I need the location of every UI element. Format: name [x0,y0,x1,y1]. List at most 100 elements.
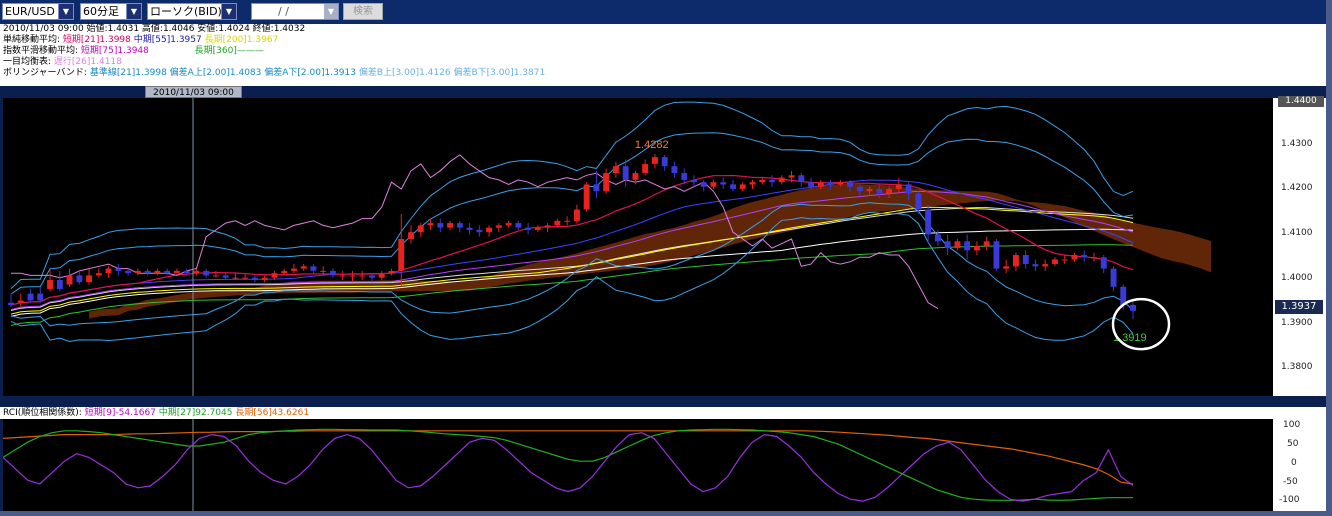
candle-body [886,189,893,194]
chevron-down-icon[interactable]: ▼ [126,4,141,19]
candle-body [76,275,83,283]
candle-body [193,270,200,274]
rci-tick: 0 [1291,458,1297,468]
symbol-value: EUR/USD [5,5,55,18]
rci-chart[interactable] [3,419,1273,511]
candle-body [808,182,814,187]
candle-body [749,182,756,185]
ema-short: 短期[75]1.3948 [80,46,149,56]
candle-body [203,270,210,276]
chart-type-select[interactable]: ローソク(BID) ▼ [147,3,237,20]
candle-body [447,223,453,228]
candle-body [398,239,405,271]
bb-a-lower: 偏差A下[2.00]1.3913 [264,68,356,78]
candle-body [37,293,44,301]
candle-body [456,223,463,228]
candle-body [837,182,844,185]
ema-long-swatch: ——— [236,46,264,56]
rci-tick: 50 [1287,439,1299,449]
pane-splitter[interactable] [0,396,1326,407]
candle-body [320,270,327,272]
rci-short: 短期[9]-54.1667 [84,408,156,418]
candle-body [27,293,34,301]
price-tick: 1.3900 [1281,318,1313,328]
ema-line: 指数平滑移動平均: 短期[75]1.3948 長期[360]——— [0,46,1326,57]
ichimoku-cloud [89,183,1212,319]
candle-body [915,193,922,210]
ichimoku-label: 一目均衡表: [3,57,52,67]
candle-body [437,223,444,228]
date-placeholder: / / [278,5,289,18]
sma-line: 単純移動平均: 短期[21]1.3998 中期[55]1.3957 長期[200… [0,35,1326,46]
candle-body [1003,266,1010,269]
candle-body [1013,255,1019,267]
candle-body [642,164,649,174]
candle-body [125,270,132,274]
timeframe-select[interactable]: 60分足 ▼ [80,3,142,20]
ema-long: 長期[360] [194,46,237,56]
candle-body [934,234,941,242]
candle-body [534,227,541,230]
candle-body [476,229,483,233]
candle-body [1061,259,1068,261]
candle-body [593,184,600,192]
candle-body [964,241,971,251]
horizontal-scrollbar[interactable] [0,511,1326,516]
candle-body [1130,305,1136,311]
chevron-down-icon[interactable]: ▼ [58,4,73,19]
symbol-select[interactable]: EUR/USD ▼ [2,3,74,20]
candle-body [847,182,853,187]
candle-body [632,173,639,180]
indicator-info-panel: 2010/11/03 09:00 始値:1.4031 高値:1.4046 安値:… [0,24,1326,86]
date-input[interactable]: / / ▼ [251,3,339,20]
bb-b-lower: 偏差B下[3.00]1.3871 [453,68,546,78]
chart-type-value: ローソク(BID) [150,5,222,18]
search-button[interactable]: 検索 [343,3,383,20]
candle-body [564,220,571,222]
candle-body [730,184,736,189]
candle-body [1042,264,1049,267]
candle-body [86,275,92,283]
candle-body [359,275,366,277]
chevron-down-icon[interactable]: ▼ [324,4,338,19]
candle-body [1100,257,1107,269]
crosshair-date-label: 2010/11/03 09:00 [145,86,242,98]
candle-body [856,186,863,192]
price-tick: 1.4300 [1281,139,1313,149]
price-chart[interactable]: 1.42821.3919 [3,98,1273,396]
sma-long: 長期[200]1.3967 [204,35,279,45]
candle-body [271,273,278,278]
candle-body [525,227,532,230]
candle-body [613,166,619,173]
price-tick: 1.3800 [1281,362,1313,372]
candle-body [720,182,727,185]
rci-tick: -100 [1279,495,1300,505]
candle-body [222,275,229,278]
rci-mid-line [3,428,1133,501]
sma-label: 単純移動平均: [3,35,61,45]
candle-body [173,270,180,274]
candle-body [369,275,375,278]
ichimoku-line: 一目均衡表: 遅行[26]1.4118 [0,57,1326,68]
candle-body [232,277,239,279]
candle-body [827,182,834,185]
candle-body [515,223,522,228]
candle-body [134,270,141,274]
rci-tick: -50 [1283,477,1298,487]
rci-axis: 100 50 0 -50 -100 [1273,419,1326,511]
candle-body [388,270,395,274]
candle-body [876,189,883,194]
candle-body [671,166,678,173]
sma-short: 短期[21]1.3998 [62,35,131,45]
chevron-down-icon[interactable]: ▼ [221,4,236,19]
candle-body [993,241,1000,269]
candle-body [554,220,561,226]
vertical-scrollbar[interactable] [1326,0,1332,516]
rci-mid: 中期[27]92.7045 [158,408,233,418]
candle-body [1071,255,1078,260]
candle-body [974,245,980,251]
candle-body [164,270,171,274]
candle-body [769,179,775,183]
price-tick: 1.4100 [1281,228,1313,238]
bb-b-upper: 偏差B上[3.00]1.4126 [358,68,451,78]
